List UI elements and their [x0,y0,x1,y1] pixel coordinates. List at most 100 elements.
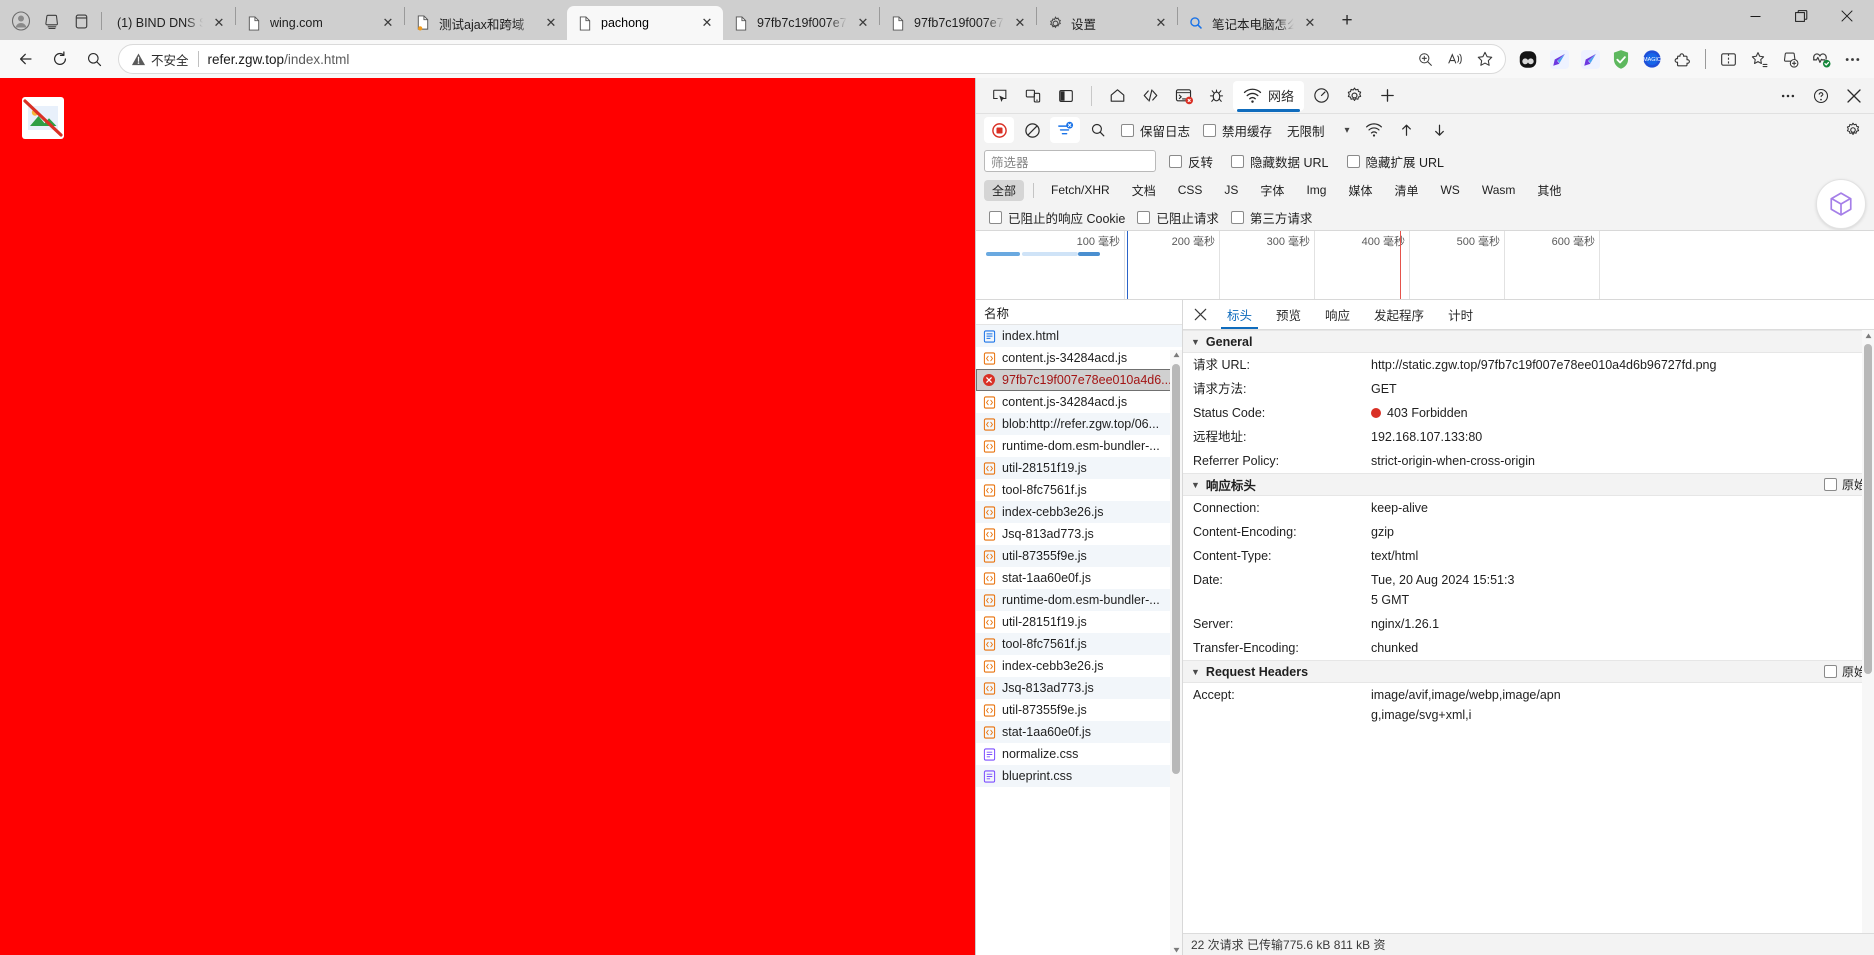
type-filter-doc[interactable]: 文档 [1124,180,1164,201]
third-party-requests-checkbox[interactable]: 第三方请求 [1230,208,1312,227]
scroll-up-arrow-icon[interactable] [1173,352,1180,358]
table-row[interactable]: util-87355f9e.js [976,545,1182,567]
browser-tab-settings[interactable]: 设置 ✕ [1037,6,1177,40]
tab-network[interactable]: 网络 [1233,80,1305,112]
read-aloud-icon[interactable] [1441,45,1469,73]
tab-timing[interactable]: 计时 [1436,300,1485,329]
invert-checkbox[interactable]: 反转 [1169,152,1213,171]
type-filter-wasm[interactable]: Wasm [1474,180,1524,201]
plus-icon[interactable] [1371,82,1403,110]
table-row[interactable]: runtime-dom.esm-bundler-... [976,435,1182,457]
raw-toggle-response[interactable]: 原始 [1823,476,1866,493]
reload-icon[interactable] [44,44,76,74]
section-response-headers[interactable]: ▼ 响应标头 原始 [1183,473,1874,496]
table-row[interactable]: tool-8fc7561f.js [976,633,1182,655]
type-filter-all[interactable]: 全部 [984,179,1025,201]
sources-bug-icon[interactable] [1200,82,1232,110]
table-row[interactable]: index-cebb3e26.js [976,655,1182,677]
copilot-icon[interactable] [1514,45,1542,73]
clear-network-icon[interactable] [1017,117,1047,143]
table-row[interactable]: tool-8fc7561f.js [976,479,1182,501]
tab-close-button[interactable]: ✕ [697,13,717,33]
tab-response[interactable]: 响应 [1313,300,1362,329]
type-filter-font[interactable]: 字体 [1252,180,1292,201]
favorites-list-icon[interactable] [1745,45,1773,73]
table-row[interactable]: util-28151f19.js [976,457,1182,479]
inspect-element-icon[interactable] [984,82,1016,110]
filter-icon[interactable] [1050,117,1080,143]
tab-initiator[interactable]: 发起程序 [1362,300,1436,329]
extensions-puzzle-icon[interactable] [1669,45,1697,73]
detail-body[interactable]: ▼ General 请求 URL: http://static.zgw.top/… [1183,330,1874,933]
settings-gear-icon[interactable] [1338,82,1370,110]
disable-cache-checkbox[interactable]: 禁用缓存 [1203,121,1272,140]
devtools-help-badge[interactable] [1816,179,1866,229]
table-row[interactable]: index.html [976,325,1182,347]
browser-essentials-icon[interactable] [1807,45,1835,73]
tab-close-button[interactable]: ✕ [1151,13,1171,33]
section-general[interactable]: ▼ General [1183,330,1874,353]
security-warning[interactable]: 不安全 [131,50,189,69]
hide-data-urls-checkbox[interactable]: 隐藏数据 URL [1231,152,1329,171]
blocked-requests-checkbox[interactable]: 已阻止请求 [1137,208,1219,227]
type-filter-css[interactable]: CSS [1170,180,1211,201]
section-request-headers[interactable]: ▼ Request Headers 原始 [1183,660,1874,683]
web-page-viewport[interactable] [0,78,975,955]
scrollbar-thumb[interactable] [1864,344,1872,674]
scroll-up-arrow-icon[interactable] [1865,333,1872,339]
table-row[interactable]: normalize.css [976,743,1182,765]
network-conditions-icon[interactable] [1359,117,1389,143]
tab-close-button[interactable]: ✕ [541,13,561,33]
tab-close-button[interactable]: ✕ [853,13,873,33]
request-list-scroll[interactable]: index.html content.js-34284acd.js 97fb7c… [976,325,1182,955]
tab-list-icon[interactable] [66,6,96,36]
close-icon[interactable] [1185,300,1215,329]
type-filter-js[interactable]: JS [1216,180,1246,201]
blocked-response-cookies-checkbox[interactable]: 已阻止的响应 Cookie [989,208,1125,227]
back-arrow-icon[interactable] [10,44,42,74]
hide-extension-urls-checkbox[interactable]: 隐藏扩展 URL [1346,152,1444,171]
search-icon[interactable] [1083,117,1113,143]
preserve-log-checkbox[interactable]: 保留日志 [1121,121,1190,140]
tab-close-button[interactable]: ✕ [1010,13,1030,33]
favorite-star-icon[interactable] [1471,45,1499,73]
restore-button[interactable] [1778,0,1824,32]
performance-icon[interactable] [1305,82,1337,110]
type-filter-other[interactable]: 其他 [1529,180,1569,201]
detail-scrollbar[interactable] [1862,330,1874,933]
browser-tab-1[interactable]: (1) BIND DNS S ✕ [107,6,235,40]
network-overview-timeline[interactable]: 100 毫秒 200 毫秒 300 毫秒 400 毫秒 500 毫秒 600 毫… [976,230,1874,300]
tab-headers[interactable]: 标头 [1215,300,1265,329]
scroll-down-arrow-icon[interactable] [1173,947,1180,953]
dock-side-icon[interactable] [1050,82,1082,110]
device-emulation-icon[interactable] [1017,82,1049,110]
minimize-button[interactable] [1732,0,1778,32]
zoom-in-icon[interactable] [1411,45,1439,73]
scrollbar-thumb[interactable] [1172,364,1180,774]
raw-toggle-request[interactable]: 原始 [1823,663,1866,680]
table-row[interactable]: blob:http://refer.zgw.top/06... [976,413,1182,435]
search-icon[interactable] [78,44,110,74]
record-stop-icon[interactable] [984,117,1014,143]
tab-close-button[interactable]: ✕ [378,13,398,33]
browser-tab-5[interactable]: 97fb7c19f007e7 ✕ [723,6,879,40]
close-icon[interactable] [1838,82,1870,110]
table-row[interactable]: util-87355f9e.js [976,699,1182,721]
new-tab-button[interactable]: + [1332,6,1362,36]
tab-close-button[interactable]: ✕ [1300,13,1320,33]
elements-icon[interactable] [1134,82,1166,110]
browser-tab-2[interactable]: wing.com ✕ [236,6,404,40]
welcome-icon[interactable] [1101,82,1133,110]
magic-extension-icon[interactable]: MAGIC [1638,45,1666,73]
throttle-dropdown[interactable]: 无限制 ▾ [1280,119,1356,141]
type-filter-media[interactable]: 媒体 [1340,180,1380,201]
request-list-scrollbar[interactable] [1170,350,1182,955]
table-row[interactable]: content.js-34284acd.js [976,391,1182,413]
table-row[interactable]: blueprint.css [976,765,1182,787]
tab-preview[interactable]: 预览 [1264,300,1313,329]
import-har-icon[interactable] [1392,117,1422,143]
browser-tab-pachong[interactable]: pachong ✕ [567,6,723,40]
split-screen-icon[interactable] [1714,45,1742,73]
collections-add-icon[interactable] [1776,45,1804,73]
browser-tab-3[interactable]: 测试ajax和跨域 ✕ [405,6,567,40]
